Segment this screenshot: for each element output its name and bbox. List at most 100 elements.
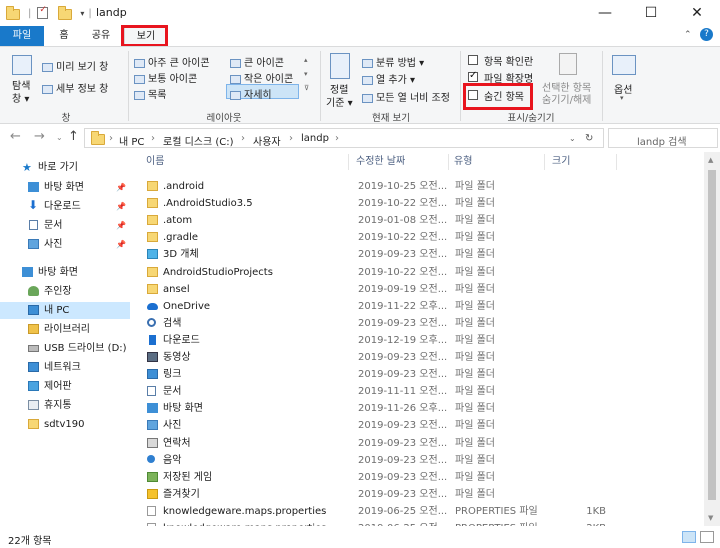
layout-details[interactable]: 자세히 [230,86,272,101]
layout-large-icons[interactable]: 큰 아이콘 [230,54,284,69]
large-icons-toggle-icon[interactable] [700,531,714,543]
address-bar[interactable]: › 내 PC › 로컬 디스크 (C:) › 사용자 › landp › ⌄ ↻ [84,128,604,148]
search-input[interactable]: landp 검색 [637,133,687,148]
minimize-button[interactable]: — [582,0,628,26]
column-header-size[interactable]: 크기 [552,152,570,172]
properties-icon[interactable]: ✓ [37,5,49,19]
size-all-columns-button[interactable]: 모든 열 너비 조정 [362,89,450,104]
breadcrumb-separator-icon[interactable]: › [335,133,339,144]
file-row[interactable]: AndroidStudioProjects 2019-10-22 오전... 파일 … [132,264,704,281]
nav-item-documents[interactable]: 문서 📌 [0,217,130,234]
file-row[interactable]: 링크 2019-09-23 오전... 파일 폴더 [132,366,704,383]
file-row[interactable]: .android 2019-10-25 오전... 파일 폴더 [132,178,704,195]
file-row[interactable]: 음악 2019-09-23 오전... 파일 폴더 [132,452,704,469]
column-divider[interactable] [348,154,349,170]
navigation-pane-button-label-2[interactable]: 창 ▾ [12,90,29,105]
forward-icon[interactable]: → [34,129,45,144]
nav-desktop[interactable]: 바탕 화면 [0,264,130,281]
file-row[interactable]: 3D 개체 2019-09-23 오전... 파일 폴더 [132,246,704,263]
file-row[interactable]: 저장된 게임 2019-09-23 오전... 파일 폴더 [132,469,704,486]
file-row[interactable]: ansel 2019-09-19 오전... 파일 폴더 [132,281,704,298]
vertical-scrollbar[interactable]: ▲ ▼ [704,152,720,526]
layout-medium-icons[interactable]: 보통 아이콘 [134,70,197,85]
file-row[interactable]: 동영상 2019-09-23 오전... 파일 폴더 [132,349,704,366]
file-extensions-checkbox[interactable] [468,70,478,82]
tab-share[interactable]: 공유 [84,26,118,46]
recent-locations-icon[interactable]: ⌄ [56,133,63,142]
details-view-toggle-icon[interactable] [682,531,696,543]
details-pane-button[interactable]: 세부 정보 창 [42,80,108,95]
column-divider[interactable] [448,154,449,170]
file-row[interactable]: 사진 2019-09-23 오전... 파일 폴더 [132,417,704,434]
customize-toolbar-icon[interactable]: ▾ [80,9,84,18]
breadcrumb-separator-icon[interactable]: › [109,133,113,144]
file-row[interactable]: .gradle 2019-10-22 오전... 파일 폴더 [132,229,704,246]
breadcrumb-separator-icon[interactable]: › [241,133,245,144]
nav-item-desktop[interactable]: 바탕 화면 📌 [0,179,130,196]
back-icon[interactable]: ← [10,129,21,144]
breadcrumb-this-pc[interactable]: 내 PC [119,133,144,148]
refresh-icon[interactable]: ↻ [585,133,593,144]
search-box[interactable]: landp 검색 [608,128,718,148]
nav-tree-user[interactable]: 주인장 [0,283,130,300]
nav-tree-usb-drive[interactable]: USB 드라이브 (D:) [0,340,130,357]
new-folder-icon[interactable] [58,6,73,20]
file-row[interactable]: 즐겨찾기 2019-09-23 오전... 파일 폴더 [132,486,704,503]
layout-small-icons[interactable]: 작은 아이콘 [230,70,293,85]
tab-home[interactable]: 홈 [50,26,78,46]
nav-tree-control-panel[interactable]: 제어판 [0,378,130,395]
sort-by-button-label-2[interactable]: 기준 ▾ [326,94,353,109]
file-row[interactable]: 연락처 2019-09-23 오전... 파일 폴더 [132,435,704,452]
file-row[interactable]: 문서 2019-11-11 오전... 파일 폴더 [132,383,704,400]
scrollbar-thumb[interactable] [708,170,716,500]
layout-extra-large-icons[interactable]: 아주 큰 아이콘 [134,54,210,69]
column-header-type[interactable]: 유형 [454,152,472,172]
breadcrumb-separator-icon[interactable]: › [289,133,293,144]
pin-icon[interactable]: 📌 [116,179,126,196]
file-row[interactable]: knowledgeware.maps.properties 2019-06-25 … [132,503,704,520]
file-row[interactable]: .AndroidStudio3.5 2019-10-22 오전... 파일 폴더 [132,195,704,212]
scroll-up-arrow-icon[interactable]: ▲ [708,156,713,164]
nav-tree-libraries[interactable]: 라이브러리 [0,321,130,338]
nav-tree-recycle-bin[interactable]: 휴지통 [0,397,130,414]
ribbon-minimize-icon[interactable]: ⌃ [684,30,692,40]
layout-list[interactable]: 목록 [134,86,166,101]
nav-quick-access[interactable]: ★ 바로 가기 [0,159,130,176]
file-modified: 2019-09-23 오전... [358,317,448,329]
file-row[interactable]: OneDrive 2019-11-22 오후... 파일 폴더 [132,298,704,315]
add-columns-button[interactable]: 열 추가 ▾ [362,71,415,86]
options-dropdown-icon[interactable]: ▾ [620,94,624,102]
file-row[interactable]: 검색 2019-09-23 오전... 파일 폴더 [132,315,704,332]
up-icon[interactable]: ↑ [68,129,79,144]
group-label-current-view: 현재 보기 [372,113,410,124]
column-divider[interactable] [544,154,545,170]
column-header-name[interactable]: 이름 [146,152,164,172]
breadcrumb-local-disk[interactable]: 로컬 디스크 (C:) [163,133,234,148]
file-row[interactable]: .atom 2019-01-08 오전... 파일 폴더 [132,212,704,229]
pin-icon[interactable]: 📌 [116,217,126,234]
file-row[interactable]: 다운로드 2019-12-19 오후... 파일 폴더 [132,332,704,349]
tab-file[interactable]: 파일 [0,26,44,46]
column-divider[interactable] [616,154,617,170]
breadcrumb-separator-icon[interactable]: › [151,133,155,144]
nav-item-downloads[interactable]: ⬇ 다운로드 📌 [0,198,130,215]
nav-tree-this-pc[interactable]: 내 PC [0,302,130,319]
item-check-boxes-checkbox[interactable] [468,55,478,65]
scroll-down-arrow-icon[interactable]: ▼ [708,514,713,522]
close-button[interactable]: ✕ [674,0,720,26]
nav-item-pictures[interactable]: 사진 📌 [0,236,130,253]
preview-pane-button[interactable]: 미리 보기 창 [42,58,108,73]
nav-tree-network[interactable]: 네트워크 [0,359,130,376]
pin-icon[interactable]: 📌 [116,198,126,215]
file-row[interactable]: 바탕 화면 2019-11-26 오후... 파일 폴더 [132,400,704,417]
pin-icon[interactable]: 📌 [116,236,126,253]
help-icon[interactable]: ? [700,28,713,41]
column-header-modified[interactable]: 수정한 날짜 [356,152,405,172]
layout-gallery-scroll[interactable]: ▴ ▾ ⊽ [304,53,309,95]
address-dropdown-icon[interactable]: ⌄ [569,134,576,143]
breadcrumb-landp[interactable]: landp [301,133,329,144]
nav-tree-sdtv190[interactable]: sdtv190 [0,416,130,433]
breadcrumb-users[interactable]: 사용자 [253,133,281,148]
maximize-button[interactable]: ☐ [628,0,674,26]
group-by-button[interactable]: 분류 방법 ▾ [362,54,424,69]
